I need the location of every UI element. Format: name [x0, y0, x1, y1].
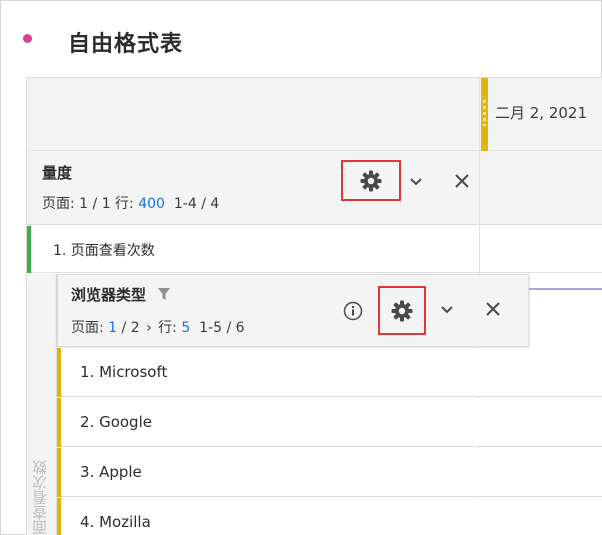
table-row[interactable]: 2. Google — [57, 398, 602, 447]
page-total: / 2 — [117, 320, 140, 336]
freeform-panel: 自由格式表 二月 2, 2021 量度 页面: 1 / 1 行: 400 1-4… — [0, 0, 602, 535]
next-page-icon[interactable]: › — [146, 320, 152, 336]
table-row[interactable]: 1. Microsoft — [57, 348, 602, 397]
breakdown-side-label: 页面查看次数 — [31, 460, 49, 535]
dimension-label[interactable]: 3. Apple — [80, 463, 142, 481]
dimension-label[interactable]: 4. Mozilla — [80, 513, 151, 531]
page-prefix: 页面: — [42, 196, 80, 212]
breakdown-title-text: 浏览器类型 — [71, 286, 147, 304]
page-prefix: 页面: — [71, 320, 109, 336]
dimension-color-bar — [57, 398, 61, 447]
info-icon[interactable] — [341, 299, 365, 323]
breakdown-pagination: 页面: 1 / 2 › 行: 5 1-5 / 6 — [71, 317, 245, 337]
gear-icon — [359, 169, 383, 193]
row-range: 1-4 / 4 — [173, 196, 220, 212]
table-row[interactable]: 4. Mozilla — [57, 498, 602, 535]
close-icon[interactable] — [482, 298, 504, 320]
settings-button[interactable] — [341, 160, 401, 201]
dimension-color-bar — [57, 348, 61, 397]
table-row[interactable]: 3. Apple — [57, 448, 602, 497]
dot-icon — [23, 34, 32, 43]
dimension-color-bar — [57, 498, 61, 535]
chevron-down-icon[interactable] — [405, 173, 427, 191]
filter-icon[interactable] — [157, 287, 171, 305]
table-row[interactable]: 1. 页面查看次数 — [27, 226, 602, 273]
metrics-title: 量度 — [42, 164, 73, 182]
rows-per-page-select[interactable]: 400 — [138, 196, 165, 212]
table-header-row: 二月 2, 2021 — [27, 78, 602, 151]
page-number-select[interactable]: 1 — [108, 320, 117, 336]
freeform-table: 二月 2, 2021 量度 页面: 1 / 1 行: 400 1-4 / 4 1… — [26, 77, 602, 535]
panel-title: 自由格式表 — [68, 32, 184, 57]
metric-color-bar — [27, 226, 31, 273]
dimension-color-bar — [57, 448, 61, 497]
rows-per-page-select[interactable]: 5 — [181, 320, 190, 336]
dimension-label[interactable]: 2. Google — [80, 413, 152, 431]
drag-handle-icon[interactable] — [483, 100, 486, 126]
metric-label[interactable]: 1. 页面查看次数 — [53, 240, 155, 260]
rows-prefix: 行: — [153, 320, 182, 336]
close-icon[interactable] — [451, 170, 473, 192]
dimension-label[interactable]: 1. Microsoft — [80, 363, 167, 381]
page-value: 1 / 1 — [79, 196, 111, 212]
metrics-pagination: 页面: 1 / 1 行: 400 1-4 / 4 — [42, 193, 219, 213]
column-date-label[interactable]: 二月 2, 2021 — [495, 102, 587, 123]
breakdown-title: 浏览器类型 — [71, 284, 171, 305]
breakdown-settings-button[interactable] — [378, 286, 426, 335]
chevron-down-icon[interactable] — [436, 301, 458, 319]
breakdown-header: 浏览器类型 页面: 1 / 2 › 行: 5 1-5 / 6 — [57, 274, 529, 347]
gear-icon — [390, 299, 414, 323]
metrics-header: 量度 页面: 1 / 1 行: 400 1-4 / 4 — [27, 151, 602, 225]
row-range: 1-5 / 6 — [199, 320, 245, 336]
rows-prefix: 行: — [110, 196, 139, 212]
